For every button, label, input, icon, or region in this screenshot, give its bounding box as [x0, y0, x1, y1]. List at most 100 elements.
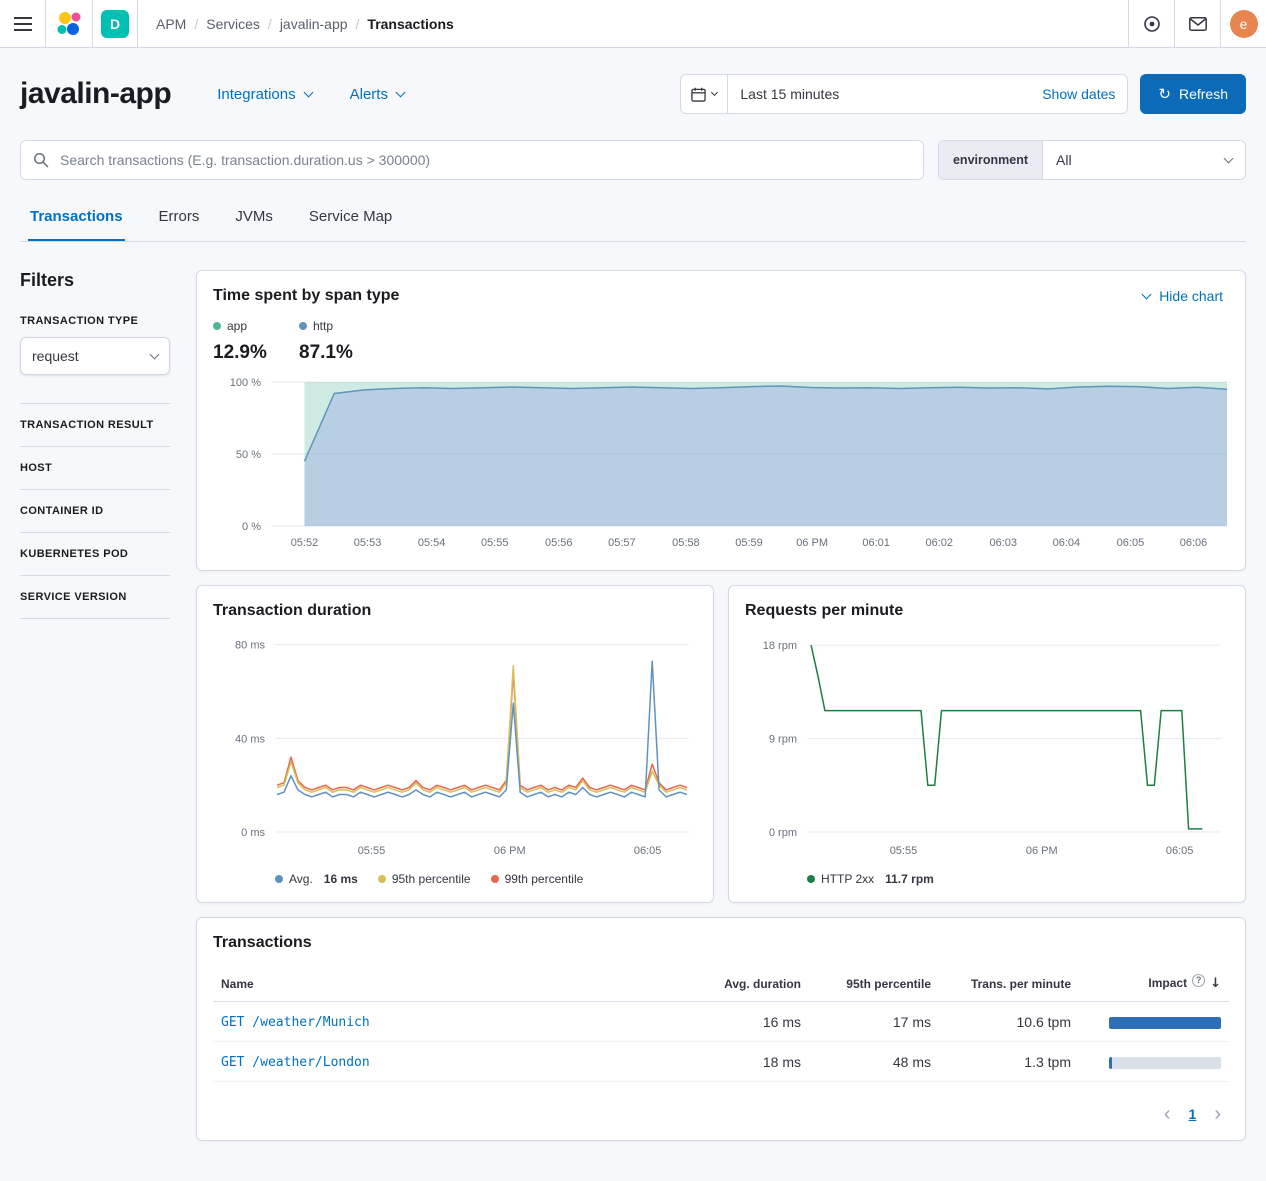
- svg-text:05:53: 05:53: [354, 537, 382, 549]
- breadcrumb: APM / Services / javalin-app / Transacti…: [156, 16, 454, 32]
- column-header-95th-percentile[interactable]: 95th percentile: [809, 966, 939, 1002]
- avatar: e: [1230, 10, 1258, 38]
- legend-label-http-2xx: HTTP 2xx: [821, 872, 874, 886]
- filter-section-container-id[interactable]: CONTAINER ID: [20, 490, 170, 533]
- span-type-card: Time spent by span type Hide chart app 1…: [196, 270, 1246, 571]
- filter-section-transaction-result[interactable]: TRANSACTION RESULT: [20, 404, 170, 447]
- environment-select[interactable]: All: [1042, 140, 1246, 180]
- legend-label-95th: 95th percentile: [392, 872, 471, 886]
- breadcrumb-apm[interactable]: APM: [156, 16, 186, 32]
- svg-text:9 rpm: 9 rpm: [769, 734, 797, 746]
- elastic-logo[interactable]: [46, 0, 92, 48]
- filter-section-host[interactable]: HOST: [20, 447, 170, 490]
- filter-section-kubernetes-pod[interactable]: KUBERNETES POD: [20, 533, 170, 576]
- show-dates-button[interactable]: Show dates: [1030, 86, 1127, 102]
- svg-text:06 PM: 06 PM: [1026, 845, 1058, 857]
- column-header-trans-per-minute[interactable]: Trans. per minute: [939, 966, 1079, 1002]
- p95-value: 48 ms: [809, 1042, 939, 1082]
- tab-bar: Transactions Errors JVMs Service Map: [20, 206, 1246, 242]
- transactions-table-card: Transactions Name Avg. duration 95th per…: [196, 917, 1246, 1141]
- impact-bar: [1109, 1017, 1221, 1029]
- environment-value: All: [1056, 152, 1072, 168]
- page-1-button[interactable]: 1: [1185, 1106, 1201, 1122]
- user-menu[interactable]: e: [1220, 0, 1266, 48]
- legend-dot-99th: [491, 875, 499, 883]
- sort-descending-icon: ↓: [1210, 976, 1221, 991]
- deployment-icon[interactable]: [1128, 0, 1174, 48]
- chevron-down-icon: [150, 349, 160, 359]
- transaction-link-london[interactable]: GET /weather/London: [221, 1055, 370, 1070]
- svg-text:06:02: 06:02: [925, 537, 953, 549]
- tab-transactions[interactable]: Transactions: [28, 206, 125, 241]
- legend-item-95th[interactable]: 95th percentile: [378, 872, 471, 886]
- breadcrumb-services[interactable]: Services: [206, 16, 260, 32]
- svg-text:05:57: 05:57: [608, 537, 636, 549]
- pagination: ‹ 1 ›: [213, 1104, 1229, 1124]
- rpm-card-title: Requests per minute: [745, 602, 1229, 620]
- breadcrumb-service[interactable]: javalin-app: [280, 16, 348, 32]
- tab-errors[interactable]: Errors: [157, 206, 202, 241]
- newsfeed-icon[interactable]: [1174, 0, 1220, 48]
- svg-text:06 PM: 06 PM: [494, 845, 526, 857]
- next-page-icon[interactable]: ›: [1206, 1104, 1229, 1124]
- legend-dot-95th: [378, 875, 386, 883]
- filter-section-service-version[interactable]: SERVICE VERSION: [20, 576, 170, 619]
- legend-value-http-2xx: 11.7 rpm: [885, 872, 934, 886]
- app-percentage: 12.9%: [213, 342, 271, 364]
- avg-duration-value: 16 ms: [689, 1002, 809, 1042]
- chevron-down-icon: [1224, 153, 1234, 163]
- column-header-avg-duration[interactable]: Avg. duration: [689, 966, 809, 1002]
- tab-service-map[interactable]: Service Map: [307, 206, 394, 241]
- hide-chart-label: Hide chart: [1159, 288, 1223, 304]
- span-type-chart: 0 %50 %100 %05:5205:5305:5405:5505:5605:…: [213, 374, 1229, 554]
- hide-chart-button[interactable]: Hide chart: [1137, 287, 1229, 305]
- impact-bar: [1109, 1057, 1221, 1069]
- svg-text:05:59: 05:59: [735, 537, 763, 549]
- svg-text:80 ms: 80 ms: [235, 640, 265, 652]
- legend-item-http-2xx[interactable]: HTTP 2xx 11.7 rpm: [807, 872, 934, 886]
- transaction-link-munich[interactable]: GET /weather/Munich: [221, 1015, 370, 1030]
- chevron-down-icon: [1142, 289, 1152, 299]
- legend-label-avg: Avg.: [289, 872, 313, 886]
- filters-sidebar: Filters TRANSACTION TYPE request TRANSAC…: [20, 270, 170, 1141]
- legend-item-avg[interactable]: Avg. 16 ms: [275, 872, 358, 886]
- breadcrumb-separator: /: [268, 16, 272, 32]
- breadcrumb-separator: /: [194, 16, 198, 32]
- legend-item-app[interactable]: app: [213, 319, 271, 333]
- http-percentage: 87.1%: [299, 342, 357, 364]
- svg-text:0 %: 0 %: [242, 521, 261, 533]
- table-row: GET /weather/Munich 16 ms 17 ms 10.6 tpm: [213, 1002, 1229, 1042]
- refresh-button[interactable]: ↻ Refresh: [1140, 74, 1246, 114]
- environment-filter: environment All: [938, 140, 1246, 180]
- tab-jvms[interactable]: JVMs: [233, 206, 275, 241]
- search-row: environment All: [20, 140, 1246, 180]
- requests-per-minute-card: Requests per minute 0 rpm9 rpm18 rpm05:5…: [728, 585, 1246, 903]
- svg-text:50 %: 50 %: [236, 449, 261, 461]
- legend-item-http[interactable]: http: [299, 319, 357, 333]
- legend-label-99th: 99th percentile: [505, 872, 584, 886]
- column-header-impact[interactable]: Impact?↓: [1079, 966, 1229, 1002]
- time-range-value[interactable]: Last 15 minutes: [728, 86, 1030, 102]
- transaction-duration-card: Transaction duration 0 ms40 ms80 ms05:55…: [196, 585, 714, 903]
- previous-page-icon[interactable]: ‹: [1156, 1104, 1179, 1124]
- tpm-value: 1.3 tpm: [939, 1042, 1079, 1082]
- search-icon: [33, 152, 49, 168]
- space-selector[interactable]: D: [92, 0, 138, 48]
- svg-text:05:52: 05:52: [291, 537, 319, 549]
- svg-text:05:55: 05:55: [358, 845, 386, 857]
- table-row: GET /weather/London 18 ms 48 ms 1.3 tpm: [213, 1042, 1229, 1082]
- legend-item-99th[interactable]: 99th percentile: [491, 872, 584, 886]
- search-input[interactable]: [58, 151, 911, 169]
- svg-text:05:54: 05:54: [418, 537, 446, 549]
- info-icon[interactable]: ?: [1192, 974, 1205, 987]
- column-header-name[interactable]: Name: [213, 966, 689, 1002]
- svg-text:05:58: 05:58: [672, 537, 700, 549]
- transaction-type-select[interactable]: request: [20, 337, 170, 375]
- integrations-menu[interactable]: Integrations: [217, 86, 311, 103]
- legend-dot-http: [299, 322, 307, 330]
- legend-dot-avg: [275, 875, 283, 883]
- svg-text:40 ms: 40 ms: [235, 733, 265, 745]
- menu-icon[interactable]: [0, 0, 46, 48]
- alerts-menu[interactable]: Alerts: [350, 86, 404, 103]
- quick-select-button[interactable]: [681, 75, 728, 113]
